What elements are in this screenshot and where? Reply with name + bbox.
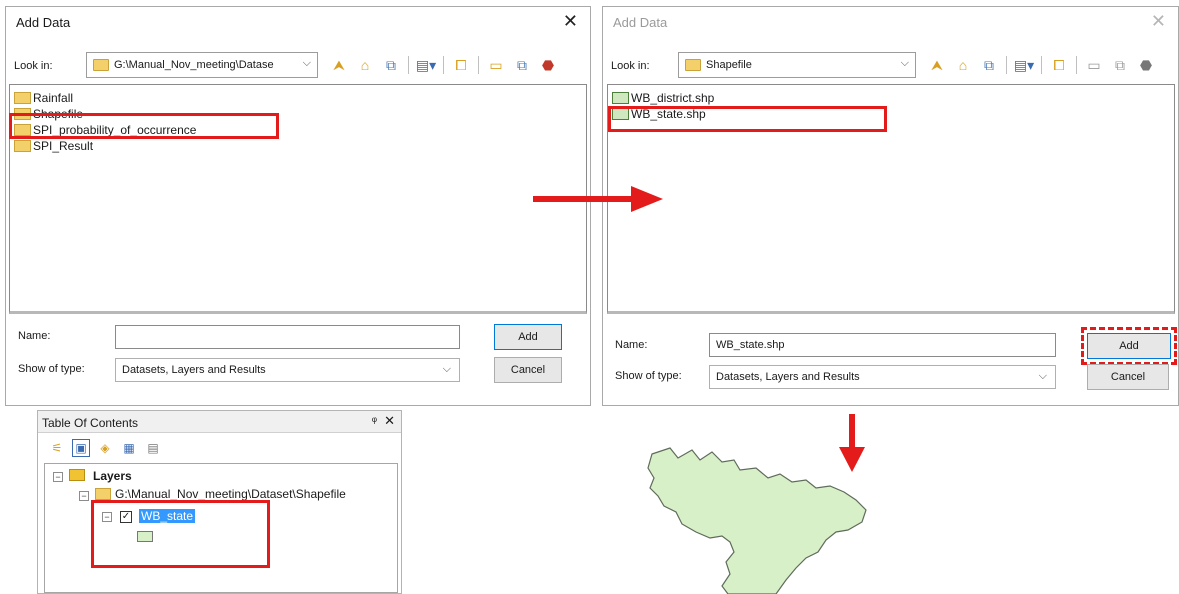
connect-folder-icon[interactable]: ⧉ (380, 54, 402, 76)
list-item[interactable]: SPI_Result (14, 138, 93, 153)
title-bar: Add Data ✕ (6, 7, 590, 37)
layers-icon (69, 469, 85, 481)
collapse-icon[interactable]: − (53, 472, 63, 482)
folder-icon (93, 59, 109, 71)
up-one-level-icon[interactable]: ⮝ (926, 54, 948, 76)
folder-icon (14, 139, 31, 152)
list-by-source-icon[interactable]: ▣ (72, 439, 90, 457)
list-item[interactable]: Rainfall (14, 90, 73, 105)
go-to-home-icon[interactable]: ⌂ (952, 54, 974, 76)
show-of-type-label: Show of type: (18, 363, 85, 375)
name-label: Name: (18, 330, 51, 342)
connect-folder-icon[interactable]: ⧉ (978, 54, 1000, 76)
go-to-home-icon[interactable]: ⌂ (354, 54, 376, 76)
close-icon[interactable]: ✕ (384, 413, 395, 429)
catalog-icon[interactable]: ⧉ (1109, 54, 1131, 76)
show-of-type-value: Datasets, Layers and Results (716, 371, 860, 383)
toolbar: ⮝ ⌂ ⧉ ▤▾ ⧠ ▭ ⧉ ⬣ (926, 53, 1157, 77)
toolbar-divider (1076, 56, 1077, 74)
look-in-label: Look in: (14, 60, 53, 72)
folder-icon (95, 488, 111, 500)
folder-icon (14, 91, 31, 104)
dialog-title: Add Data (613, 15, 668, 30)
file-list: WB_district.shp WB_state.shp (607, 84, 1175, 314)
add-button[interactable]: Add (494, 324, 562, 350)
chevron-down-icon: ⌵ (900, 57, 909, 69)
show-of-type-dropdown[interactable]: Datasets, Layers and Results ⌵ (115, 358, 460, 382)
look-in-path: G:\Manual_Nov_meeting\Datase (114, 59, 274, 71)
close-icon[interactable]: ✕ (1151, 11, 1166, 32)
up-one-level-icon[interactable]: ⮝ (328, 54, 350, 76)
options-icon[interactable]: ▤ (144, 439, 162, 457)
toc-header: Table Of Contents ᵠ ✕ (38, 411, 401, 433)
cancel-button[interactable]: Cancel (494, 357, 562, 383)
toolbox-icon[interactable]: ⬣ (1135, 54, 1157, 76)
right-arrow-icon (533, 186, 663, 212)
state-map-shape (647, 447, 867, 594)
table-of-contents-panel: Table Of Contents ᵠ ✕ ⚟ ▣ ◈ ▦ ▤ − Layers… (37, 410, 402, 594)
name-label: Name: (615, 339, 648, 351)
toc-toolbar: ⚟ ▣ ◈ ▦ ▤ (48, 439, 162, 457)
add-data-dialog-right: Add Data ✕ Look in: Shapefile ⌵ ⮝ ⌂ ⧉ ▤▾… (602, 6, 1179, 406)
look-in-path: Shapefile (706, 59, 752, 71)
folder-icon[interactable]: ▭ (1083, 54, 1105, 76)
name-input[interactable] (115, 325, 460, 349)
toolbar-divider (478, 56, 479, 74)
pin-icon[interactable]: ᵠ (372, 414, 377, 428)
cancel-button[interactable]: Cancel (1087, 364, 1169, 390)
highlight-box (608, 106, 887, 132)
toolbar-divider (443, 56, 444, 74)
toolbar: ⮝ ⌂ ⧉ ▤▾ ⧠ ▭ ⧉ ⬣ (328, 53, 559, 77)
file-list: Rainfall Shapefile SPI_probability_of_oc… (9, 84, 587, 314)
toolbar-divider (1006, 56, 1007, 74)
item-label: WB_district.shp (631, 90, 715, 105)
highlight-box (1081, 327, 1177, 365)
source-path: G:\Manual_Nov_meeting\Dataset\Shapefile (115, 487, 346, 501)
collapse-icon[interactable]: − (79, 491, 89, 501)
new-folder-icon[interactable]: ⧠ (1048, 54, 1070, 76)
toc-title: Table Of Contents (42, 416, 139, 430)
look-in-dropdown[interactable]: Shapefile ⌵ (678, 52, 916, 78)
chevron-down-icon: ⌵ (442, 363, 451, 375)
title-bar: Add Data ✕ (603, 7, 1178, 37)
close-icon[interactable]: ✕ (563, 11, 578, 32)
list-by-visibility-icon[interactable]: ◈ (96, 439, 114, 457)
list-by-drawing-order-icon[interactable]: ⚟ (48, 439, 66, 457)
show-of-type-label: Show of type: (615, 370, 682, 382)
list-item[interactable]: WB_district.shp (612, 90, 714, 105)
toolbar-divider (1041, 56, 1042, 74)
name-input[interactable]: WB_state.shp (709, 333, 1056, 357)
dialog-title: Add Data (16, 15, 71, 30)
new-folder-icon[interactable]: ⧠ (450, 54, 472, 76)
shapefile-icon (612, 91, 629, 104)
highlight-box (91, 500, 270, 568)
catalog-icon[interactable]: ⧉ (511, 54, 533, 76)
folder-icon[interactable]: ▭ (485, 54, 507, 76)
highlight-box (9, 113, 279, 139)
view-options-icon[interactable]: ▤▾ (1013, 54, 1035, 76)
chevron-down-icon: ⌵ (1038, 370, 1047, 382)
toolbar-divider (408, 56, 409, 74)
item-label: Rainfall (33, 90, 74, 105)
list-by-selection-icon[interactable]: ▦ (120, 439, 138, 457)
folder-icon (685, 59, 701, 71)
layers-label[interactable]: Layers (93, 469, 132, 483)
look-in-dropdown[interactable]: G:\Manual_Nov_meeting\Datase ⌵ (86, 52, 318, 78)
toolbox-icon[interactable]: ⬣ (537, 54, 559, 76)
show-of-type-dropdown[interactable]: Datasets, Layers and Results ⌵ (709, 365, 1056, 389)
add-data-dialog-left: Add Data ✕ Look in: G:\Manual_Nov_meetin… (5, 6, 591, 406)
item-label: SPI_Result (33, 138, 94, 153)
chevron-down-icon: ⌵ (302, 57, 311, 69)
look-in-label: Look in: (611, 60, 650, 72)
view-options-icon[interactable]: ▤▾ (415, 54, 437, 76)
show-of-type-value: Datasets, Layers and Results (122, 364, 266, 376)
layer-tree: − Layers − G:\Manual_Nov_meeting\Dataset… (44, 463, 398, 593)
